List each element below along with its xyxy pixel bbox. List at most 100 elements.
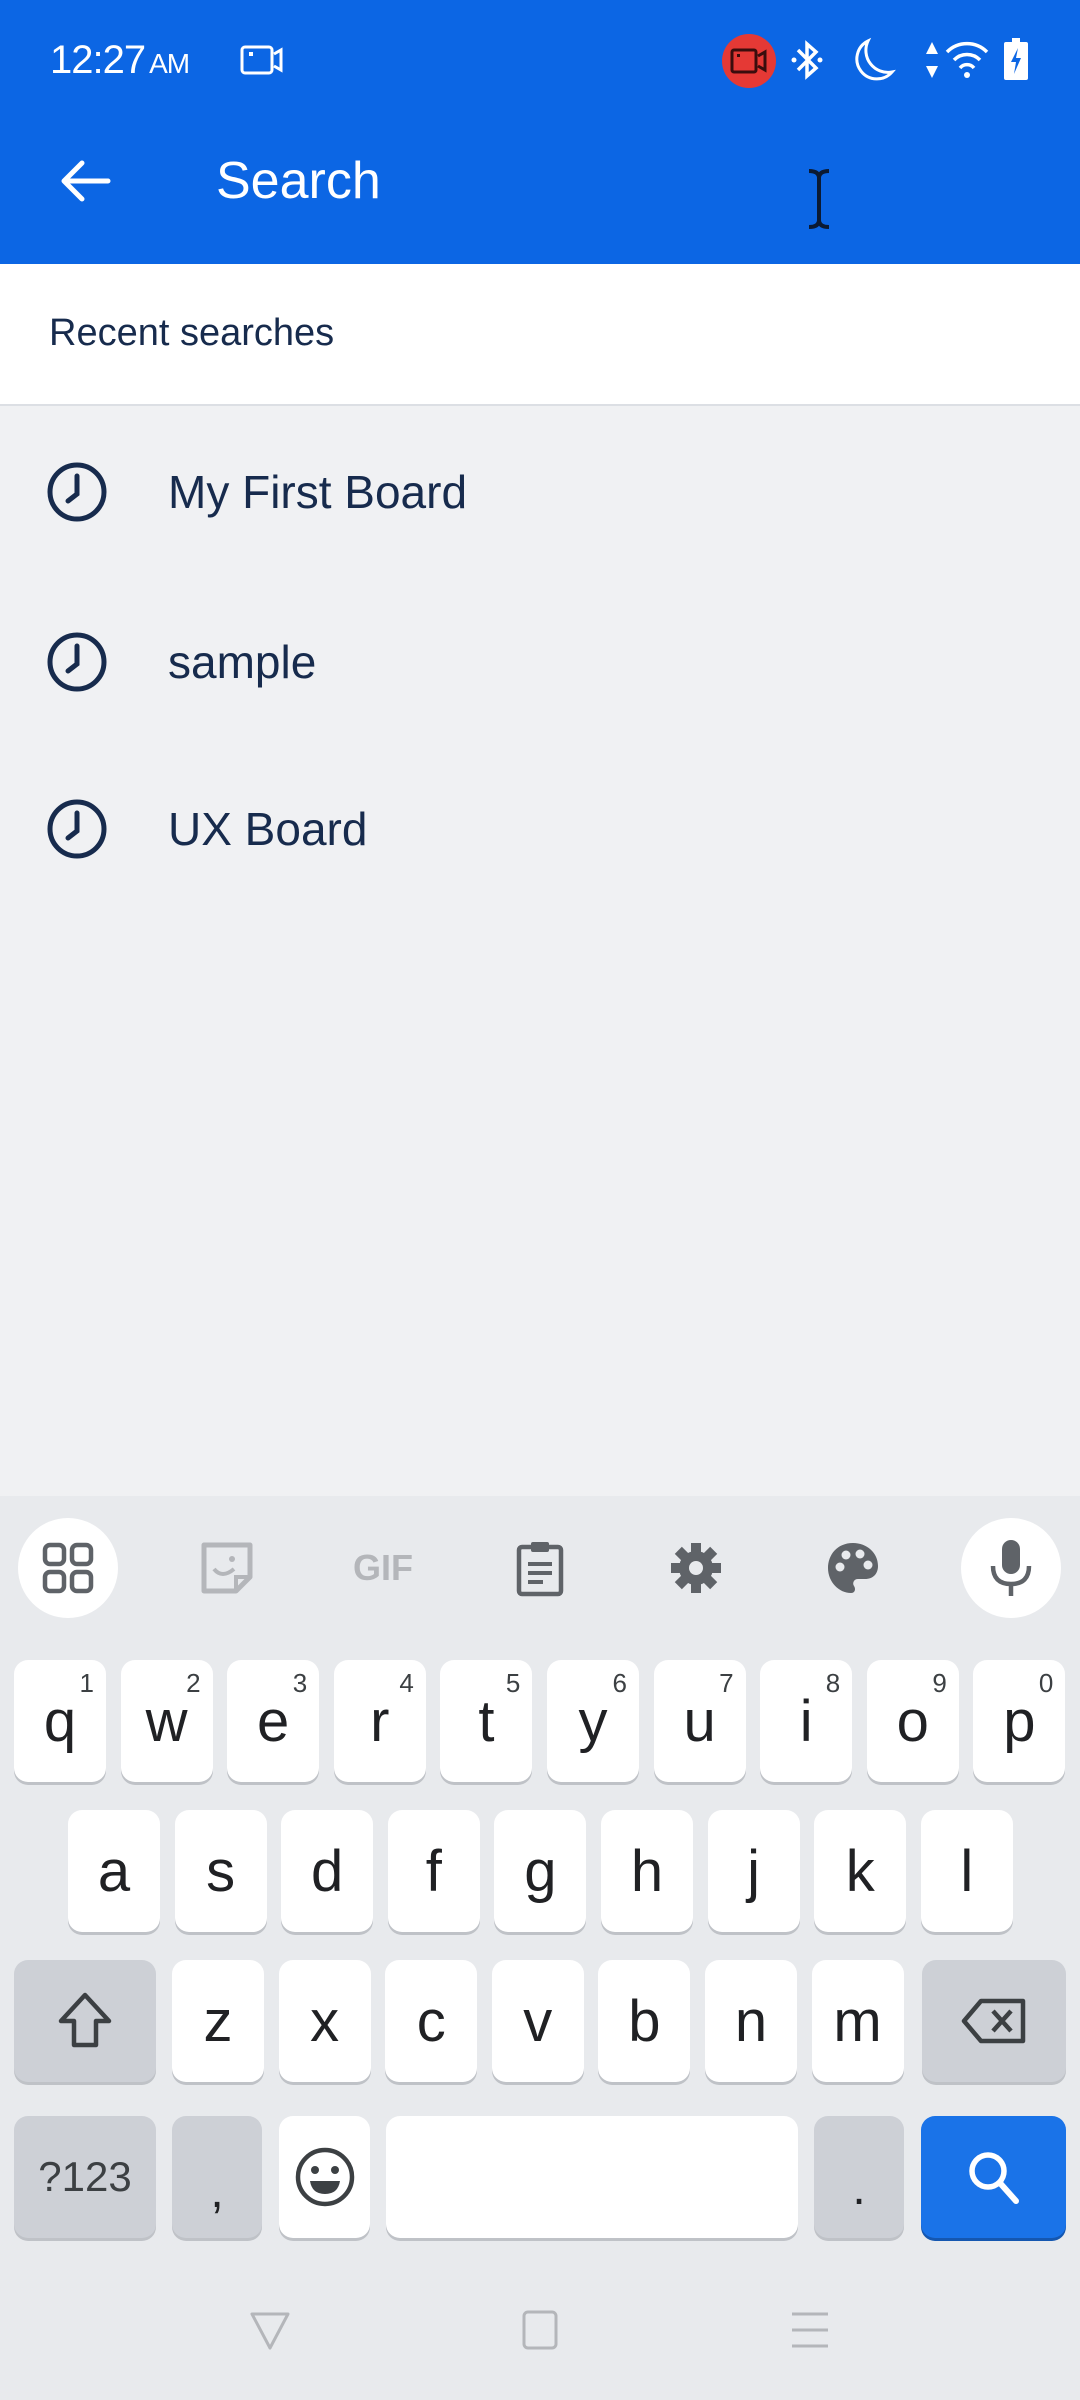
key-label: a bbox=[97, 1838, 131, 1904]
app-bar: 12:27 AM Search bbox=[0, 0, 1080, 264]
theme-button[interactable] bbox=[803, 1518, 903, 1618]
search-key[interactable] bbox=[921, 2116, 1066, 2238]
navigation-bar bbox=[0, 2260, 1080, 2400]
key-n[interactable]: n bbox=[705, 1960, 797, 2082]
status-time: 12:27 AM bbox=[50, 38, 190, 83]
key-label: j bbox=[747, 1838, 761, 1904]
clipboard-button[interactable] bbox=[490, 1518, 590, 1618]
key-label: k bbox=[845, 1838, 875, 1904]
recent-search-label: My First Board bbox=[168, 466, 468, 518]
period-key[interactable]: . bbox=[814, 2116, 904, 2238]
text-cursor-icon bbox=[808, 169, 830, 229]
emoji-icon bbox=[295, 2147, 354, 2207]
key-c[interactable]: c bbox=[385, 1960, 478, 2082]
nav-home-button[interactable] bbox=[510, 2300, 570, 2360]
sticker-icon bbox=[201, 1542, 253, 1594]
key-i[interactable]: 8i bbox=[760, 1660, 853, 1782]
time-text: 12:27 bbox=[50, 38, 146, 82]
key-label: v bbox=[523, 1988, 553, 2054]
recent-search-item[interactable]: sample bbox=[0, 578, 1080, 746]
key-e[interactable]: 3e bbox=[227, 1660, 320, 1782]
key-label: u bbox=[683, 1688, 716, 1754]
bluetooth-icon bbox=[791, 40, 823, 80]
key-label: y bbox=[578, 1688, 608, 1754]
nav-recents-button[interactable] bbox=[780, 2300, 840, 2360]
sticker-button[interactable] bbox=[177, 1518, 277, 1618]
key-g[interactable]: g bbox=[494, 1810, 587, 1932]
key-o[interactable]: 9o bbox=[866, 1660, 959, 1782]
key-k[interactable]: k bbox=[814, 1810, 907, 1932]
key-a[interactable]: a bbox=[68, 1810, 160, 1932]
shift-arrow-icon bbox=[58, 1992, 112, 2048]
apps-grid-button[interactable] bbox=[18, 1518, 118, 1618]
backspace-key[interactable] bbox=[922, 1960, 1066, 2082]
key-label: r bbox=[370, 1688, 390, 1754]
palette-icon bbox=[828, 1543, 878, 1593]
key-b[interactable]: b bbox=[598, 1960, 691, 2082]
key-m[interactable]: m bbox=[811, 1960, 904, 2082]
symbols-label: ?123 bbox=[38, 2153, 132, 2200]
key-d[interactable]: d bbox=[281, 1810, 374, 1932]
key-hint: 3 bbox=[292, 1668, 308, 1698]
search-icon bbox=[968, 2152, 1019, 2204]
comma-key[interactable]: , bbox=[172, 2116, 262, 2238]
emoji-key[interactable] bbox=[279, 2116, 370, 2238]
key-hint: 1 bbox=[79, 1668, 94, 1698]
key-hint: 2 bbox=[186, 1668, 201, 1698]
key-label: o bbox=[896, 1688, 929, 1754]
key-label: e bbox=[257, 1688, 290, 1754]
key-v[interactable]: v bbox=[491, 1960, 584, 2082]
key-label: s bbox=[206, 1838, 236, 1904]
search-input[interactable]: Search bbox=[216, 150, 381, 212]
ampm-text: AM bbox=[149, 48, 190, 79]
key-p[interactable]: 0p bbox=[973, 1660, 1066, 1782]
key-w[interactable]: 2w bbox=[120, 1660, 213, 1782]
key-label: n bbox=[734, 1988, 768, 2054]
recent-search-label: sample bbox=[168, 636, 317, 688]
key-x[interactable]: x bbox=[278, 1960, 371, 2082]
gif-icon: GIF bbox=[353, 1547, 413, 1588]
arrow-left-icon bbox=[61, 160, 111, 202]
key-z[interactable]: z bbox=[172, 1960, 264, 2082]
square-home-icon bbox=[522, 2310, 558, 2350]
key-t[interactable]: 5t bbox=[440, 1660, 533, 1782]
key-label: z bbox=[203, 1988, 233, 2054]
key-f[interactable]: f bbox=[387, 1810, 480, 1932]
key-r[interactable]: 4r bbox=[333, 1660, 426, 1782]
key-label: m bbox=[833, 1988, 882, 2054]
key-j[interactable]: j bbox=[707, 1810, 800, 1932]
key-label: w bbox=[145, 1688, 188, 1754]
triangle-back-icon bbox=[250, 2312, 290, 2350]
voice-input-button[interactable] bbox=[961, 1518, 1061, 1618]
recording-indicator-icon bbox=[722, 34, 776, 88]
shift-key[interactable] bbox=[14, 1960, 156, 2082]
symbols-key[interactable]: ?123 bbox=[14, 2116, 156, 2238]
battery-charging-icon bbox=[1004, 38, 1028, 80]
key-l[interactable]: l bbox=[920, 1810, 1013, 1932]
key-label: g bbox=[524, 1838, 557, 1904]
nav-back-button[interactable] bbox=[240, 2300, 300, 2360]
settings-button[interactable] bbox=[646, 1518, 746, 1618]
key-label: d bbox=[311, 1838, 344, 1904]
key-label: i bbox=[799, 1688, 813, 1754]
gif-button[interactable]: GIF bbox=[333, 1518, 433, 1618]
key-label: l bbox=[960, 1838, 974, 1904]
recent-search-item[interactable]: UX Board bbox=[0, 745, 1080, 913]
wifi-icon bbox=[945, 41, 989, 78]
recent-searches-header: Recent searches bbox=[0, 264, 1080, 406]
key-q[interactable]: 1q bbox=[14, 1660, 106, 1782]
key-hint: 6 bbox=[612, 1668, 627, 1698]
back-button[interactable] bbox=[50, 150, 120, 212]
key-hint: 5 bbox=[505, 1668, 521, 1698]
key-s[interactable]: s bbox=[174, 1810, 267, 1932]
space-key[interactable] bbox=[386, 2116, 798, 2238]
microphone-icon bbox=[990, 1540, 1032, 1596]
recent-search-item[interactable]: My First Board bbox=[0, 408, 1080, 576]
do-not-disturb-icon bbox=[855, 37, 896, 81]
clock-icon bbox=[47, 632, 107, 692]
key-hint: 0 bbox=[1038, 1668, 1054, 1698]
key-h[interactable]: h bbox=[601, 1810, 693, 1932]
key-y[interactable]: 6y bbox=[547, 1660, 639, 1782]
key-label: c bbox=[416, 1988, 446, 2054]
key-u[interactable]: 7u bbox=[653, 1660, 746, 1782]
